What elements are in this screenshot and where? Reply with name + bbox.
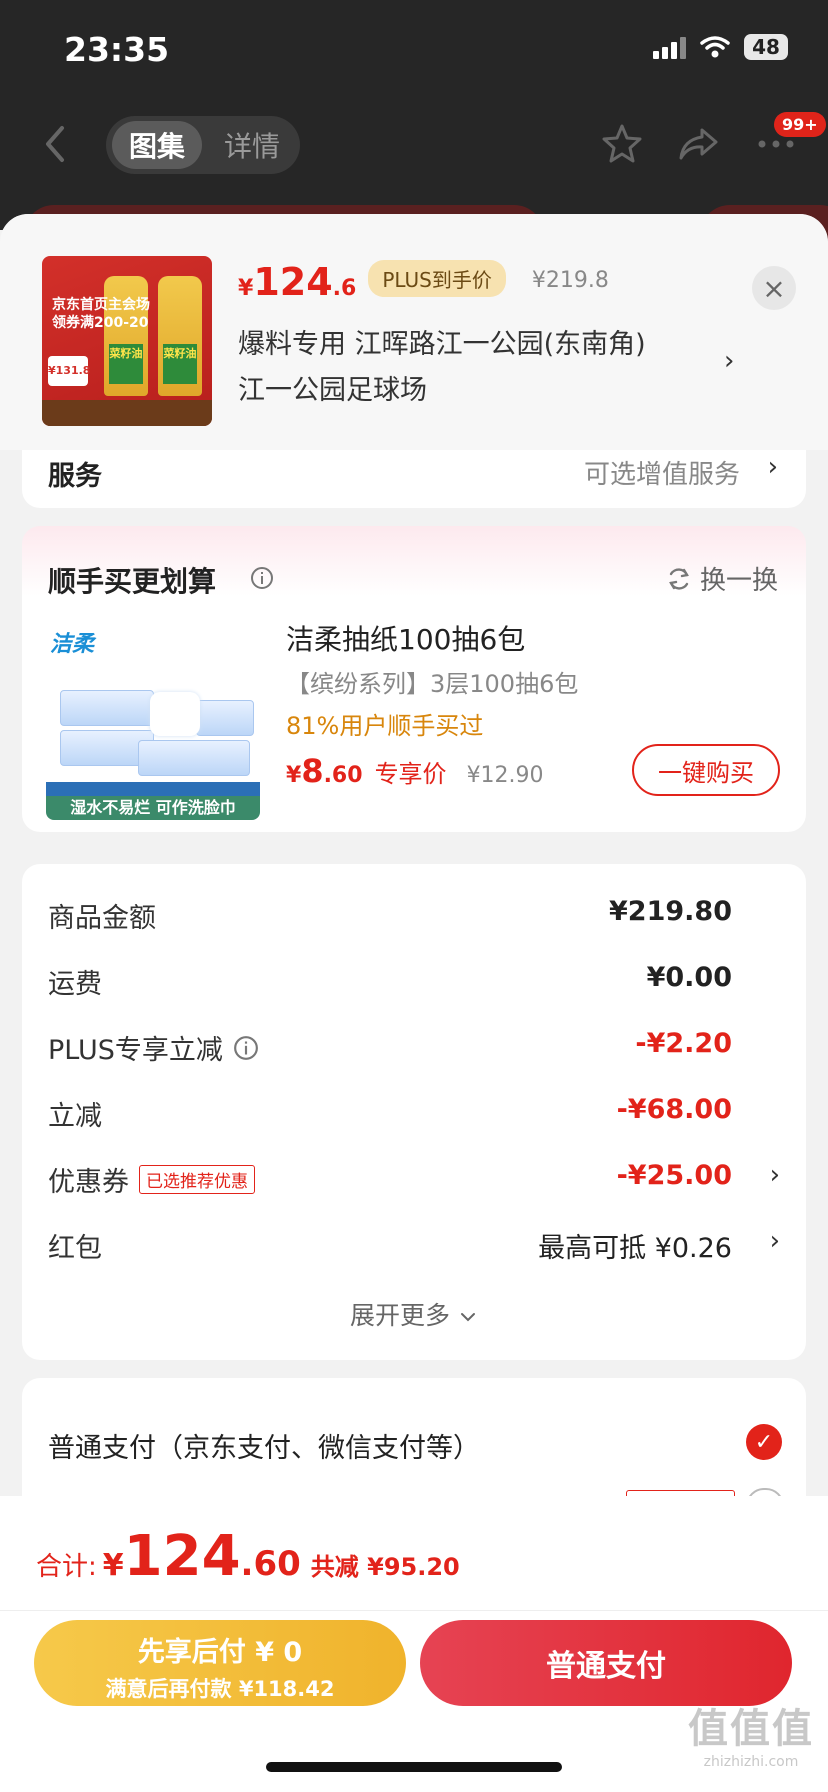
status-icons: 48 (653, 34, 788, 60)
product-price: ¥ 124 .6 PLUS到手价 ¥219.8 (238, 260, 609, 304)
expand-more-button[interactable]: 展开更多 (22, 1296, 806, 1332)
bundle-product-name[interactable]: 洁柔抽纸100抽6包 (286, 618, 525, 658)
normal-pay-button[interactable]: 普通支付 (420, 1620, 792, 1706)
coupon-status-tag: 已选推荐优惠 (139, 1165, 255, 1194)
address-line-2[interactable]: 江一公园足球场 (238, 368, 427, 407)
summary-row-plus-discount: PLUS专享立减 -¥2.20 (48, 1028, 732, 1066)
site-watermark: 值值值 zhizhizhi.com (688, 1706, 814, 1770)
thumb-price-tag: ¥131.8 (48, 356, 90, 386)
service-value: 可选增值服务 (583, 460, 740, 490)
home-indicator[interactable] (266, 1762, 562, 1772)
summary-row-shipping: 运费 ¥0.00 (48, 962, 732, 1000)
chevron-right-icon: › (769, 1226, 780, 1256)
bundle-original-price: ¥12.90 (466, 763, 544, 788)
refresh-label: 换一换 (699, 566, 778, 596)
info-icon[interactable] (233, 1035, 259, 1061)
thumb-label: 菜籽油 (109, 344, 143, 384)
status-bar: 23:35 48 (0, 0, 828, 100)
bundle-purchase-rate: 81%用户顺手买过 (286, 712, 484, 740)
brand-logo: 洁柔 (50, 632, 95, 657)
order-summary-card: 商品金额 ¥219.80 运费 ¥0.00 PLUS专享立减 -¥2.20 立减… (22, 864, 806, 1360)
thumb-promo-text: 京东首页主会场 领券满200-20 (52, 297, 150, 331)
refresh-button[interactable]: 换一换 (666, 560, 778, 597)
summary-row-subtotal: 商品金额 ¥219.80 (48, 896, 732, 934)
bundle-product-image[interactable]: 洁柔 湿水不易烂 可作洗脸巾 (46, 622, 260, 820)
tab-detail[interactable]: 详情 (210, 121, 294, 169)
tab-gallery[interactable]: 图集 (112, 121, 202, 169)
order-total: 合计: ¥ 124 .60 共减 ¥95.20 (36, 1524, 460, 1589)
summary-row-instant-discount: 立减 -¥68.00 (48, 1094, 732, 1132)
divider (0, 1610, 828, 1611)
bundle-recommendation-card: 顺手买更划算 换一换 洁柔 湿水不易烂 可作洗脸巾 洁柔抽纸100抽6包 【缤纷… (22, 526, 806, 832)
bundle-title: 顺手买更划算 (48, 565, 217, 598)
close-button[interactable]: × (752, 266, 796, 310)
battery-indicator: 48 (744, 34, 788, 60)
payment-option-normal[interactable]: 普通支付（京东支付、微信支付等） (48, 1426, 480, 1465)
wifi-icon (700, 36, 730, 58)
total-savings: 共减 ¥95.20 (310, 1553, 460, 1581)
bundle-price: ¥ 8 .60 专享价 ¥12.90 (286, 752, 544, 790)
summary-row-coupon[interactable]: 优惠券 已选推荐优惠 -¥25.00 › (48, 1160, 788, 1204)
address-line-1[interactable]: 爆料专用 江晖路江一公园(东南角) (238, 322, 646, 361)
one-click-buy-button[interactable]: 一键购买 (632, 744, 780, 796)
product-thumbnail[interactable]: 菜籽油 菜籽油 京东首页主会场 领券满200-20 ¥131.8 (42, 256, 212, 426)
status-time: 23:35 (64, 30, 170, 69)
exclusive-price-label: 专享价 (374, 760, 447, 788)
star-icon[interactable] (598, 120, 646, 168)
bundle-product-spec: 【缤纷系列】3层100抽6包 (286, 670, 579, 698)
view-switcher: 图集 详情 (106, 116, 300, 174)
chevron-down-icon (460, 1313, 475, 1322)
product-summary-header: 菜籽油 菜籽油 京东首页主会场 领券满200-20 ¥131.8 ¥ 124 .… (0, 214, 828, 450)
pay-later-button[interactable]: 先享后付 ¥ 0 满意后再付款 ¥118.42 (34, 1620, 406, 1706)
summary-row-red-packet[interactable]: 红包 最高可抵 ¥0.26 › (48, 1226, 788, 1270)
checkout-sheet: 菜籽油 菜籽油 京东首页主会场 领券满200-20 ¥131.8 ¥ 124 .… (0, 214, 828, 1792)
info-icon[interactable] (250, 566, 274, 590)
top-navigation: 图集 详情 99+ (0, 110, 828, 180)
signal-icon (653, 35, 686, 59)
image-caption: 湿水不易烂 可作洗脸巾 (46, 796, 260, 820)
service-label: 服务 (48, 461, 102, 492)
thumb-label-2: 菜籽油 (163, 344, 197, 384)
chevron-right-icon: › (769, 1160, 780, 1190)
original-price: ¥219.8 (531, 268, 609, 293)
refresh-icon (669, 567, 689, 590)
plus-price-badge: PLUS到手价 (368, 260, 506, 297)
message-badge: 99+ (774, 112, 826, 137)
checkout-bottom-bar: 合计: ¥ 124 .60 共减 ¥95.20 先享后付 ¥ 0 满意后再付款 … (0, 1496, 828, 1792)
share-icon[interactable] (674, 120, 722, 168)
check-icon[interactable]: ✓ (746, 1424, 782, 1460)
back-arrow-icon[interactable] (36, 122, 76, 166)
chevron-right-icon: › (767, 452, 778, 482)
chevron-right-icon[interactable]: › (724, 346, 734, 376)
